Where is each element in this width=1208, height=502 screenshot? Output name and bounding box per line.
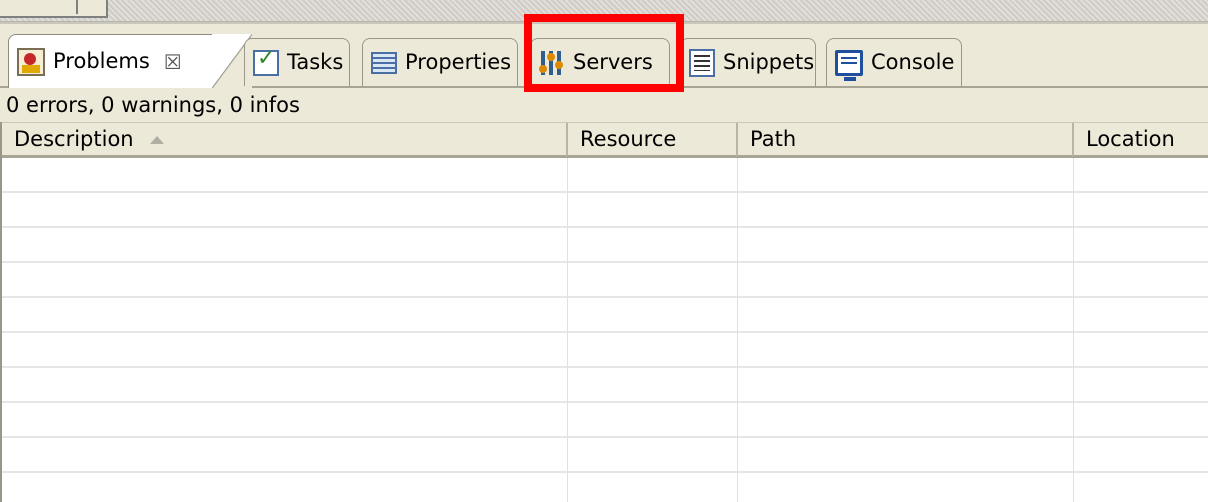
snippets-icon xyxy=(689,48,715,77)
table-cell xyxy=(738,368,1074,403)
table-cell xyxy=(568,298,738,333)
table-cell xyxy=(1074,193,1208,228)
table-cell xyxy=(2,228,568,263)
view-tab-bar: Problems ☒ Tasks Properties Servers Snip… xyxy=(0,22,1208,88)
tab-properties[interactable]: Properties xyxy=(362,38,518,86)
problems-table: Description Resource Path Location xyxy=(0,122,1208,502)
tab-console[interactable]: Console xyxy=(826,38,962,86)
table-cell xyxy=(2,298,568,333)
table-row[interactable] xyxy=(2,298,1208,333)
tab-problems-label: Problems xyxy=(53,49,150,73)
table-cell xyxy=(568,403,738,438)
table-cell xyxy=(2,438,568,473)
properties-icon xyxy=(371,51,397,74)
column-header-path-label: Path xyxy=(750,127,797,151)
table-cell xyxy=(1074,263,1208,298)
tab-snippets-label: Snippets xyxy=(723,50,815,74)
table-cell xyxy=(2,333,568,368)
table-cell xyxy=(738,263,1074,298)
servers-icon xyxy=(539,49,565,77)
table-cell xyxy=(1074,403,1208,438)
table-row[interactable] xyxy=(2,368,1208,403)
table-cell xyxy=(738,193,1074,228)
column-header-description-label: Description xyxy=(14,127,134,151)
table-cell xyxy=(738,473,1074,502)
toolbar-button[interactable] xyxy=(0,0,108,18)
table-cell xyxy=(568,158,738,193)
table-row[interactable] xyxy=(2,403,1208,438)
table-cell xyxy=(568,228,738,263)
table-cell xyxy=(2,403,568,438)
problems-icon xyxy=(17,47,45,76)
table-cell xyxy=(568,263,738,298)
column-header-description[interactable]: Description xyxy=(2,123,568,156)
table-cell xyxy=(738,158,1074,193)
tab-tasks-label: Tasks xyxy=(287,50,344,74)
tab-console-label: Console xyxy=(871,50,955,74)
table-cell xyxy=(738,438,1074,473)
table-cell xyxy=(2,193,568,228)
table-cell xyxy=(1074,158,1208,193)
tab-servers[interactable]: Servers xyxy=(530,38,670,86)
table-cell xyxy=(738,228,1074,263)
column-header-path[interactable]: Path xyxy=(738,123,1074,156)
table-header: Description Resource Path Location xyxy=(2,122,1208,158)
table-cell xyxy=(738,298,1074,333)
table-cell xyxy=(568,368,738,403)
table-cell xyxy=(738,403,1074,438)
table-cell xyxy=(2,263,568,298)
tab-tasks[interactable]: Tasks xyxy=(244,38,350,86)
column-header-resource[interactable]: Resource xyxy=(568,123,738,156)
table-cell xyxy=(568,473,738,502)
table-cell xyxy=(2,473,568,502)
table-row[interactable] xyxy=(2,333,1208,368)
tab-problems[interactable]: Problems ☒ xyxy=(8,34,214,88)
table-cell xyxy=(568,438,738,473)
table-row[interactable] xyxy=(2,158,1208,193)
table-cell xyxy=(1074,333,1208,368)
table-cell xyxy=(568,193,738,228)
table-body xyxy=(2,158,1208,502)
table-cell xyxy=(2,158,568,193)
table-row[interactable] xyxy=(2,473,1208,502)
table-cell xyxy=(568,333,738,368)
table-row[interactable] xyxy=(2,263,1208,298)
tab-snippets[interactable]: Snippets xyxy=(680,38,816,86)
table-row[interactable] xyxy=(2,438,1208,473)
close-icon[interactable]: ☒ xyxy=(164,50,182,74)
top-toolbar-strip xyxy=(0,0,1208,22)
table-cell xyxy=(2,368,568,403)
table-cell xyxy=(1074,473,1208,502)
toolbar-button-notch xyxy=(76,0,90,14)
table-cell xyxy=(1074,368,1208,403)
column-header-location[interactable]: Location xyxy=(1074,123,1208,156)
tab-servers-label: Servers xyxy=(573,50,653,74)
column-header-resource-label: Resource xyxy=(580,127,677,151)
table-row[interactable] xyxy=(2,193,1208,228)
problems-summary: 0 errors, 0 warnings, 0 infos xyxy=(0,88,1208,122)
tasks-icon xyxy=(253,46,279,76)
console-icon xyxy=(835,49,863,81)
table-row[interactable] xyxy=(2,228,1208,263)
table-cell xyxy=(1074,228,1208,263)
table-cell xyxy=(1074,298,1208,333)
sort-ascending-icon xyxy=(149,136,164,144)
tab-properties-label: Properties xyxy=(405,50,512,74)
table-cell xyxy=(1074,438,1208,473)
table-cell xyxy=(738,333,1074,368)
column-header-location-label: Location xyxy=(1086,127,1175,151)
